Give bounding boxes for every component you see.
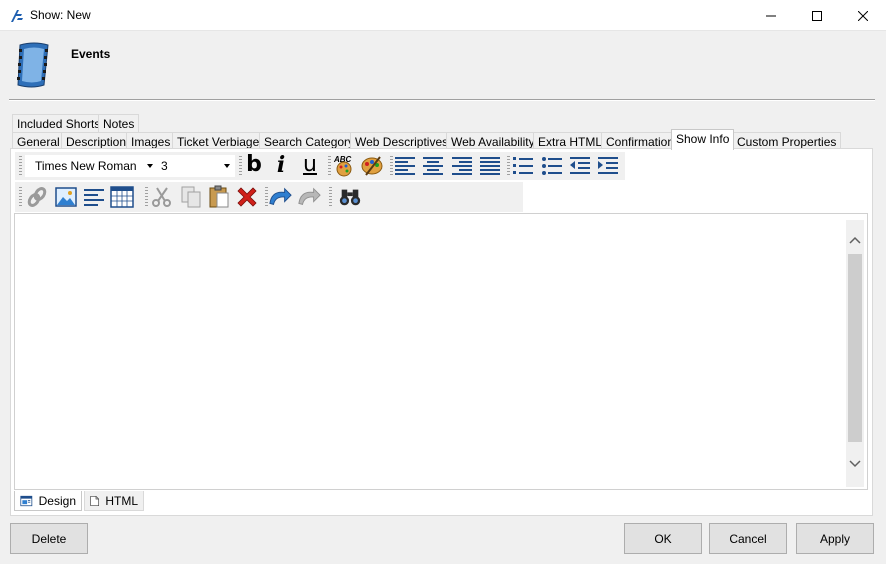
image-icon xyxy=(55,187,77,207)
italic-button[interactable]: i xyxy=(269,153,293,177)
toolbar-grip[interactable] xyxy=(329,187,332,207)
format-toolbar: Times New Roman 3 b i u ABC xyxy=(15,152,625,180)
toolbar-grip[interactable] xyxy=(328,156,331,176)
chevron-down-icon[interactable] xyxy=(849,458,861,470)
palette-icon xyxy=(361,156,383,176)
tab-design[interactable]: Design xyxy=(14,491,82,511)
minimize-icon xyxy=(766,15,776,16)
font-name-select[interactable]: Times New Roman xyxy=(25,155,157,177)
numbered-list-button[interactable] xyxy=(511,153,535,177)
toolbar-grip[interactable] xyxy=(19,156,22,176)
maximize-icon xyxy=(812,10,822,21)
header-area: Events xyxy=(0,31,886,101)
font-name-value: Times New Roman xyxy=(35,159,137,173)
bullet-list-icon xyxy=(542,157,562,175)
insert-image-button[interactable] xyxy=(54,185,78,209)
chevron-down-icon xyxy=(147,164,153,168)
toolbar-grip[interactable] xyxy=(19,187,22,207)
align-right-icon xyxy=(452,157,472,175)
toolbar-grip[interactable] xyxy=(145,187,148,207)
app-logo-icon xyxy=(11,10,23,22)
clipboard-icon xyxy=(209,185,229,208)
spell-check-icon: ABC xyxy=(333,155,352,177)
link-icon xyxy=(27,187,47,207)
align-left-button[interactable] xyxy=(393,153,417,177)
header-title: Events xyxy=(71,47,111,61)
indent-button[interactable] xyxy=(596,153,620,177)
underline-icon: u xyxy=(303,152,317,177)
editor-scrollbar[interactable] xyxy=(846,220,864,487)
edit-toolbar xyxy=(15,182,523,212)
tab-notes[interactable]: Notes xyxy=(98,114,140,132)
design-view-icon xyxy=(20,495,33,506)
indent-icon xyxy=(598,157,618,174)
font-size-value: 3 xyxy=(161,159,168,173)
outdent-button[interactable] xyxy=(568,153,592,177)
delete-button[interactable]: Delete xyxy=(10,523,88,554)
tab-show-info[interactable]: Show Info xyxy=(671,129,735,150)
title-bar: Show: New xyxy=(0,0,886,31)
chevron-down-icon xyxy=(224,164,230,168)
table-icon xyxy=(110,186,134,208)
toolbar-grip[interactable] xyxy=(507,156,510,176)
cancel-button[interactable]: Cancel xyxy=(709,523,787,554)
underline-button[interactable]: u xyxy=(298,153,322,177)
window-title: Show: New xyxy=(30,8,91,22)
undo-button[interactable] xyxy=(268,185,292,209)
scrollbar-thumb[interactable] xyxy=(848,254,862,442)
copy-icon xyxy=(181,186,201,208)
minimize-button[interactable] xyxy=(748,0,794,31)
undo-icon xyxy=(269,187,292,205)
palette-button[interactable] xyxy=(360,153,384,177)
html-editor-area[interactable] xyxy=(14,213,868,490)
maximize-button[interactable] xyxy=(794,0,840,31)
chevron-up-icon[interactable] xyxy=(849,234,861,246)
italic-icon: i xyxy=(276,152,286,178)
header-divider xyxy=(9,99,875,101)
align-right-button[interactable] xyxy=(450,153,474,177)
justify-icon xyxy=(480,157,500,175)
bold-icon: b xyxy=(246,152,262,177)
copy-button[interactable] xyxy=(179,185,203,209)
close-button[interactable] xyxy=(840,0,886,31)
numbered-list-icon xyxy=(513,157,533,174)
tab-html-label: HTML xyxy=(105,493,138,508)
apply-button[interactable]: Apply xyxy=(796,523,874,554)
insert-link-button[interactable] xyxy=(25,185,49,209)
document-icon xyxy=(90,495,99,506)
scissors-icon xyxy=(152,187,171,207)
redo-button[interactable] xyxy=(297,185,321,209)
paragraph-icon xyxy=(84,189,104,206)
film-strip-icon xyxy=(17,42,49,88)
bullet-list-button[interactable] xyxy=(540,153,564,177)
ok-button[interactable]: OK xyxy=(624,523,702,554)
paste-button[interactable] xyxy=(207,185,231,209)
insert-table-button[interactable] xyxy=(110,185,134,209)
tab-html[interactable]: HTML xyxy=(84,491,144,511)
align-center-button[interactable] xyxy=(421,153,445,177)
outdent-icon xyxy=(570,157,590,174)
close-icon xyxy=(858,10,868,21)
align-left-icon xyxy=(395,157,415,175)
delete-x-icon xyxy=(237,187,257,207)
justify-button[interactable] xyxy=(478,153,502,177)
spell-check-button[interactable]: ABC xyxy=(332,153,356,177)
find-button[interactable] xyxy=(338,185,362,209)
binoculars-icon xyxy=(339,189,361,206)
redo-icon xyxy=(298,187,321,205)
tab-included-shorts[interactable]: Included Shorts xyxy=(12,114,106,132)
cut-button[interactable] xyxy=(150,185,174,209)
horizontal-rule-button[interactable] xyxy=(82,185,106,209)
delete-selection-button[interactable] xyxy=(235,185,259,209)
tab-design-label: Design xyxy=(38,493,76,508)
font-size-select[interactable]: 3 xyxy=(157,155,235,177)
align-center-icon xyxy=(423,157,443,175)
bold-button[interactable]: b xyxy=(242,153,266,177)
